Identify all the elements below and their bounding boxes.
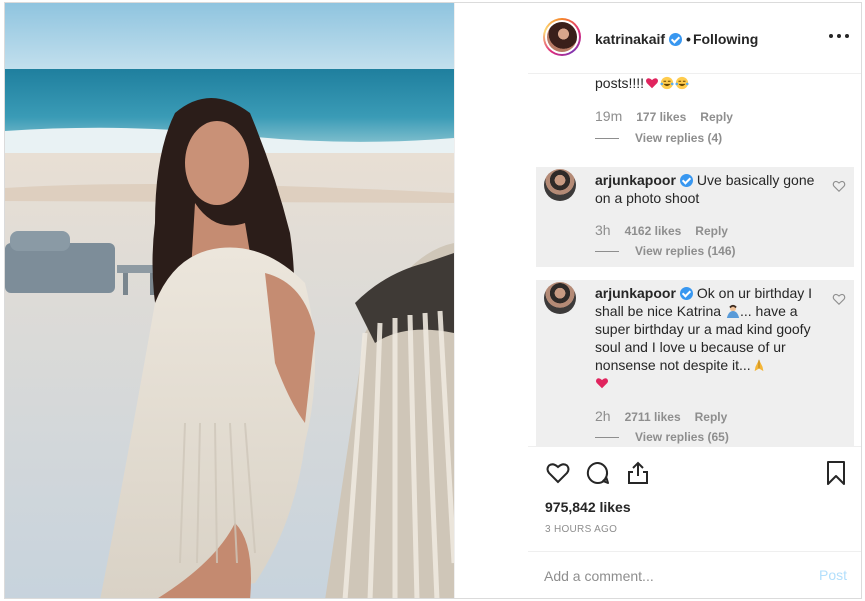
bookmark-icon[interactable]	[823, 460, 849, 486]
share-upload-icon[interactable]	[625, 460, 651, 486]
verified-badge-icon	[669, 33, 683, 46]
commenter-username[interactable]: arjunkapoor	[595, 172, 676, 188]
tears-of-joy-emoji-icon	[660, 76, 674, 90]
reply-button[interactable]: Reply	[695, 224, 728, 238]
comment-time[interactable]: 19m	[595, 108, 622, 124]
comment-input[interactable]	[544, 564, 794, 588]
comment-text: arjunkapoor Ok on ur birthday I shall be …	[595, 284, 817, 392]
commenter-avatar[interactable]	[544, 169, 576, 201]
photo-divider	[454, 3, 455, 598]
verified-badge-icon	[679, 174, 693, 187]
author-avatar[interactable]	[543, 18, 581, 56]
person-bowing-emoji-icon	[726, 304, 740, 318]
comment-time[interactable]: 3h	[595, 222, 611, 238]
more-options-icon[interactable]	[829, 28, 849, 44]
view-replies-button[interactable]: View replies (65)	[595, 430, 729, 444]
verified-badge-icon	[679, 287, 693, 300]
comment-likes[interactable]: 177 likes	[636, 110, 686, 124]
reply-button[interactable]: Reply	[695, 410, 728, 424]
comment-likes[interactable]: 2711 likes	[625, 410, 681, 424]
post-timestamp[interactable]: 3 HOURS AGO	[545, 524, 617, 535]
heart-outline-icon[interactable]	[545, 460, 571, 486]
beach-photo-illustration	[5, 3, 454, 598]
post-header: katrinakaif • Following	[528, 3, 861, 74]
view-replies-label: View replies (65)	[635, 430, 729, 444]
comment-time[interactable]: 2h	[595, 408, 611, 424]
separator-dot: •	[686, 31, 691, 47]
speech-bubble-icon[interactable]	[585, 460, 611, 486]
author-username[interactable]: katrinakaif	[595, 31, 665, 47]
post-likes-count[interactable]: 975,842 likes	[545, 499, 631, 515]
view-replies-label: View replies (4)	[635, 131, 723, 145]
comment-meta: 2h 2711 likes Reply	[595, 408, 727, 424]
post-photo[interactable]	[5, 3, 454, 598]
reply-button[interactable]: Reply	[700, 110, 733, 124]
comment-item: arjunkapoor Uve basically gone on a photo…	[536, 167, 854, 267]
folded-hands-emoji-icon	[754, 359, 764, 372]
comment-text: posts!!!!	[595, 74, 689, 92]
comment-body: posts!!!!	[595, 75, 645, 91]
follow-status-button[interactable]: Following	[693, 31, 758, 47]
author-line: katrinakaif • Following	[595, 31, 758, 47]
comment-meta: 3h 4162 likes Reply	[595, 222, 728, 238]
post-container: katrinakaif • Following posts!!!! 19m 177 l…	[4, 2, 862, 599]
add-comment-bar: Post	[528, 551, 861, 598]
commenter-username[interactable]: arjunkapoor	[595, 285, 676, 301]
commenter-avatar[interactable]	[544, 282, 576, 314]
view-replies-button[interactable]: View replies (4)	[595, 131, 722, 145]
like-comment-heart-icon[interactable]	[832, 292, 846, 306]
view-replies-label: View replies (146)	[635, 244, 736, 258]
tears-of-joy-emoji-icon	[675, 76, 689, 90]
red-heart-emoji-icon	[646, 78, 659, 89]
red-heart-emoji-icon	[595, 378, 609, 389]
comment-meta: 19m 177 likes Reply	[595, 108, 733, 124]
post-actions: 975,842 likes 3 HOURS AGO	[528, 446, 861, 551]
post-side-panel: katrinakaif • Following posts!!!! 19m 177 l…	[528, 3, 861, 598]
post-comment-button[interactable]: Post	[819, 567, 847, 583]
comment-likes[interactable]: 4162 likes	[625, 224, 682, 238]
comments-list[interactable]: posts!!!! 19m 177 likes Reply View replies…	[528, 74, 861, 446]
comment-item: posts!!!! 19m 177 likes Reply View replies…	[528, 74, 861, 154]
comment-item: arjunkapoor Ok on ur birthday I shall be …	[536, 280, 854, 446]
like-comment-heart-icon[interactable]	[832, 179, 846, 193]
comment-text: arjunkapoor Uve basically gone on a photo…	[595, 171, 817, 207]
view-replies-button[interactable]: View replies (146)	[595, 244, 736, 258]
